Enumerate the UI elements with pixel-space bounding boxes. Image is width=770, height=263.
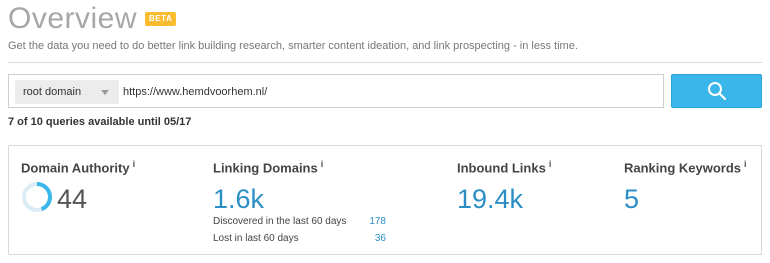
search-bar: root domain (8, 74, 664, 108)
linking-domains-value: 1.6k (213, 184, 265, 214)
title-row: Overview BETA (8, 2, 177, 36)
info-icon[interactable]: i (549, 159, 552, 169)
header-divider (8, 62, 762, 63)
discovered-label: Discovered in the last 60 days (213, 216, 347, 227)
search-icon (707, 82, 726, 101)
url-input[interactable] (123, 81, 643, 103)
info-icon[interactable]: i (133, 159, 136, 169)
metrics-card: Domain Authority i 44 Linking Domains i 1.… (8, 145, 762, 255)
lost-value[interactable]: 36 (356, 233, 386, 244)
chevron-down-icon (101, 90, 109, 95)
ranking-keywords-label-text: Ranking Keywords (624, 160, 742, 176)
scope-select-value: root domain (23, 86, 82, 98)
page-subtitle: Get the data you need to do better link … (8, 40, 578, 52)
page-title: Overview (8, 2, 138, 35)
linking-domains-label-text: Linking Domains (213, 160, 318, 176)
lost-label: Lost in last 60 days (213, 233, 299, 244)
discovered-value[interactable]: 178 (356, 216, 386, 227)
domain-authority-label: Domain Authority i (21, 159, 135, 175)
inbound-links-value: 19.4k (457, 184, 524, 214)
domain-authority-ring (22, 182, 52, 212)
info-icon[interactable]: i (321, 159, 324, 169)
info-icon[interactable]: i (744, 159, 747, 169)
beta-badge: BETA (145, 12, 177, 26)
domain-authority-value: 44 (57, 184, 88, 214)
domain-authority-label-text: Domain Authority (21, 160, 130, 176)
ranking-keywords-value: 5 (624, 184, 640, 214)
queries-remaining: 7 of 10 queries available until 05/17 (8, 116, 192, 128)
scope-select[interactable]: root domain (15, 80, 119, 104)
search-button[interactable] (671, 74, 762, 108)
inbound-links-label: Inbound Links i (457, 159, 551, 175)
inbound-links-label-text: Inbound Links (457, 160, 546, 176)
ranking-keywords-label: Ranking Keywords i (624, 159, 747, 175)
linking-domains-label: Linking Domains i (213, 159, 323, 175)
